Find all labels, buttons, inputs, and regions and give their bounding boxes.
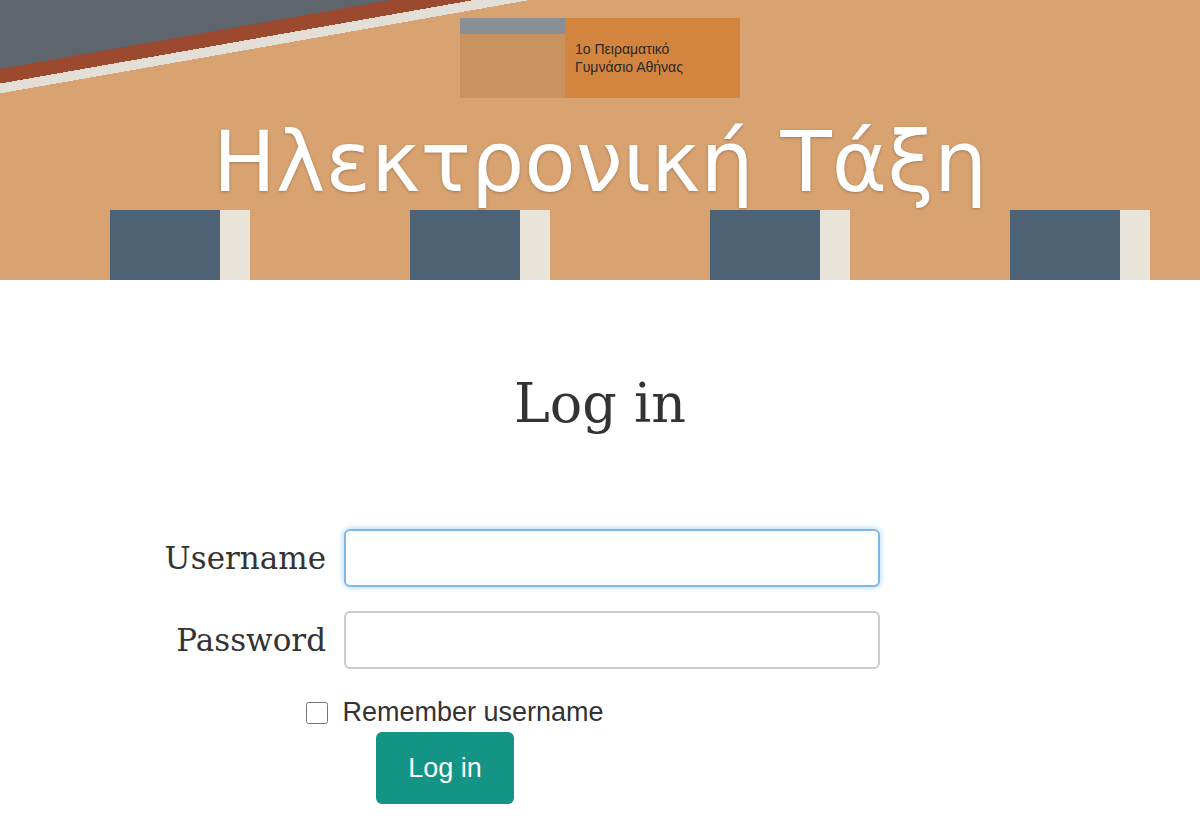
field-label: Password <box>0 622 326 658</box>
login-heading: Log in <box>0 372 1200 436</box>
login-page: 1ο Πειραματικό Γυμνάσιο Αθήνας Ηλεκτρονική… <box>0 0 1200 820</box>
login-section: Log in Username Password Remember username L… <box>0 280 1200 804</box>
hero-banner: 1ο Πειραματικό Γυμνάσιο Αθήνας Ηλεκτρονική… <box>0 0 1200 280</box>
remember-label[interactable]: Remember username <box>342 697 603 728</box>
logo-line: Γυμνάσιο Αθήνας <box>575 59 740 75</box>
remember-row: Remember username <box>0 697 880 728</box>
login-form: Username Password Remember username Log in <box>0 529 1200 804</box>
password-input[interactable] <box>344 611 880 669</box>
logo-building-icon <box>460 18 565 98</box>
field-label: Username <box>0 540 326 576</box>
button-row: Log in <box>0 732 880 804</box>
school-logo[interactable]: 1ο Πειραματικό Γυμνάσιο Αθήνας <box>460 18 740 98</box>
remember-checkbox[interactable] <box>306 702 328 724</box>
username-input[interactable] <box>344 529 880 587</box>
login-button[interactable]: Log in <box>376 732 514 804</box>
site-title: Ηλεκτρονική Τάξη <box>213 116 988 208</box>
logo-text: 1ο Πειραματικό Γυμνάσιο Αθήνας <box>565 18 740 98</box>
logo-line: 1ο Πειραματικό <box>575 41 740 57</box>
